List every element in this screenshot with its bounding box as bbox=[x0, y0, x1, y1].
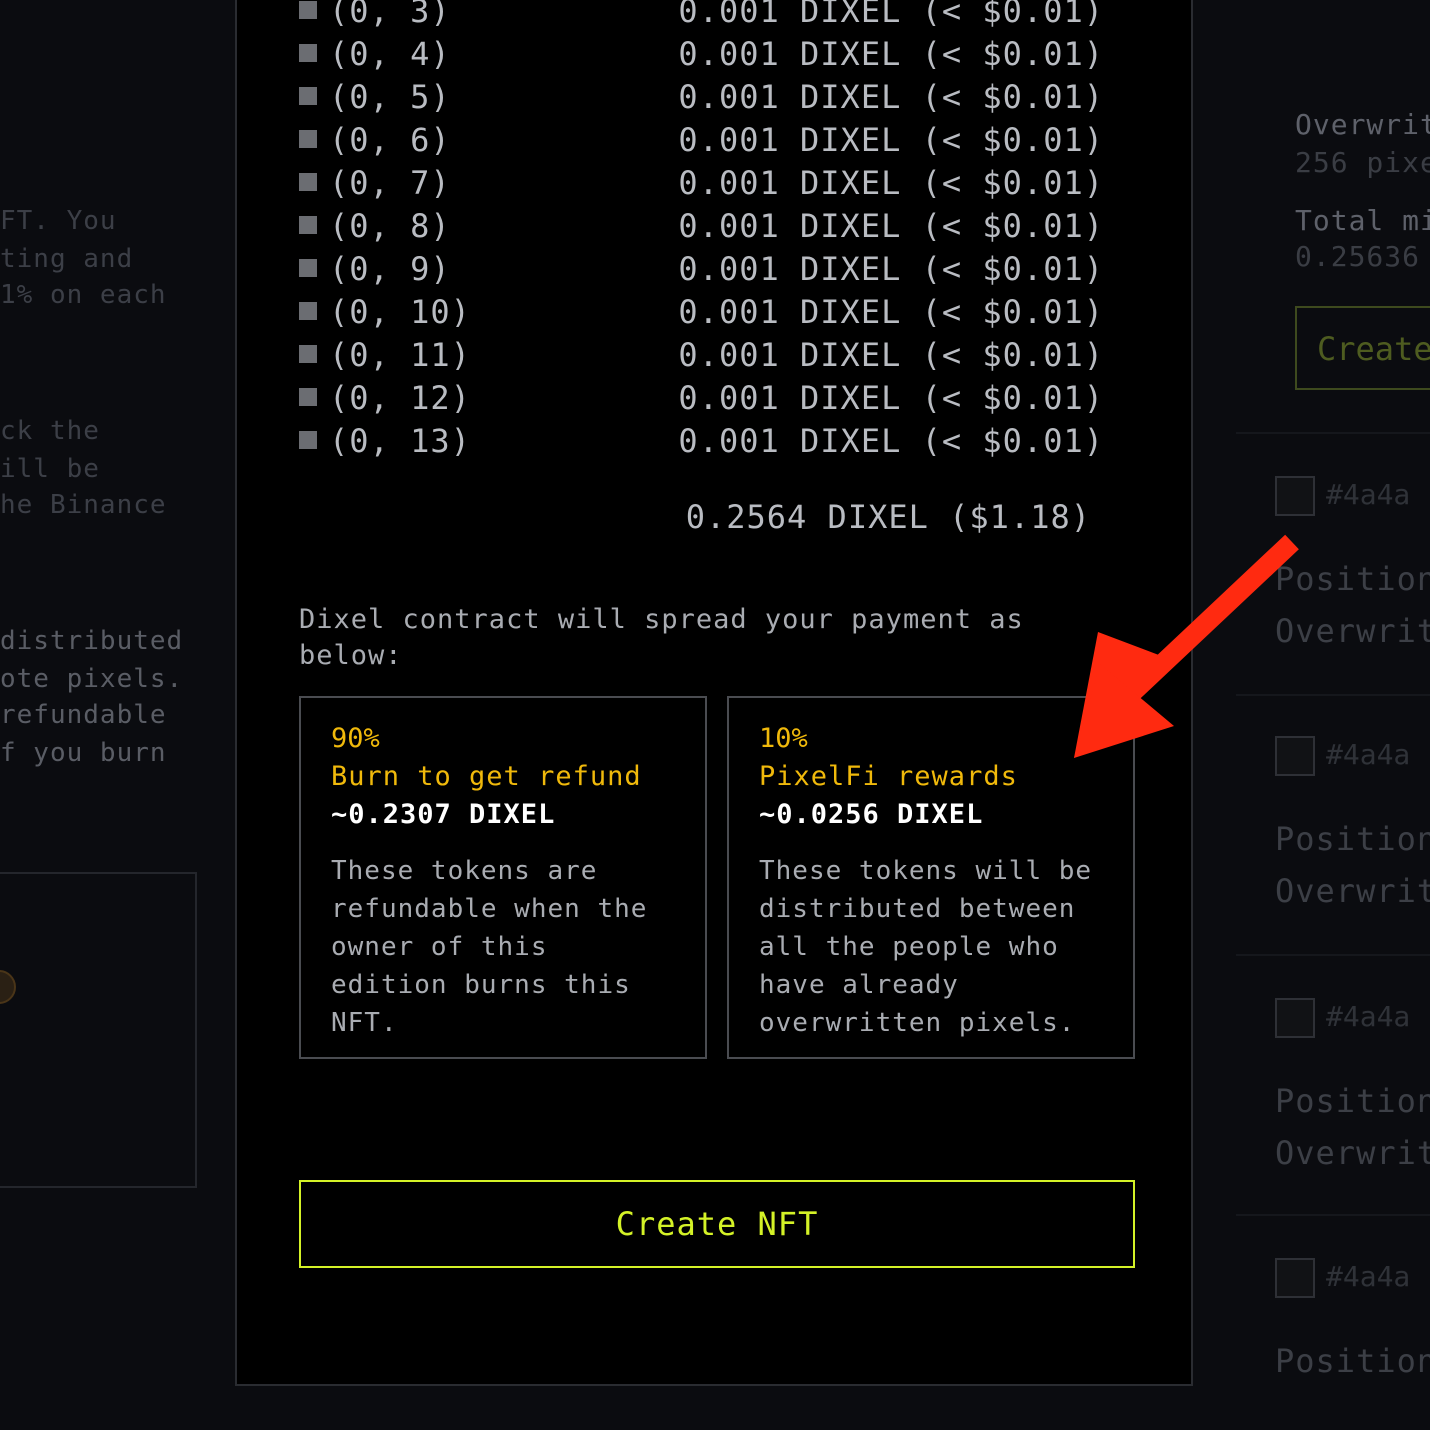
refund-amount: ~0.2307 DIXEL bbox=[331, 799, 556, 830]
pixel-position: (0, 9) bbox=[329, 250, 451, 288]
divider bbox=[1236, 432, 1430, 434]
color-hex: #4a4a bbox=[1326, 1260, 1411, 1293]
total-value: 0.25636 bbox=[1295, 240, 1421, 273]
total-price: 0.2564 DIXEL ($1.18) bbox=[685, 498, 1091, 536]
pixel-swatch bbox=[299, 1, 317, 19]
checkbox[interactable] bbox=[1275, 476, 1315, 516]
pixel-price: 0.001 DIXEL (< $0.01) bbox=[678, 121, 1104, 159]
pixel-row: (0, 13) 0.001 DIXEL (< $0.01) bbox=[299, 422, 1104, 460]
pixel-price: 0.001 DIXEL (< $0.01) bbox=[678, 164, 1104, 202]
bg-text-line: he Binance bbox=[0, 490, 167, 520]
pixel-position: (0, 6) bbox=[329, 121, 451, 159]
pixel-price: 0.001 DIXEL (< $0.01) bbox=[678, 336, 1104, 374]
divider bbox=[1236, 1214, 1430, 1216]
pixel-price: 0.001 DIXEL (< $0.01) bbox=[678, 293, 1104, 331]
pixel-swatch bbox=[299, 345, 317, 363]
pixel-row: (0, 7) 0.001 DIXEL (< $0.01) bbox=[299, 164, 1104, 202]
pixel-swatch bbox=[299, 173, 317, 191]
bg-text-line: refundable bbox=[0, 700, 167, 730]
pixel-price: 0.001 DIXEL (< $0.01) bbox=[678, 250, 1104, 288]
bg-text-line: ote pixels. bbox=[0, 664, 184, 694]
pixel-price: 0.001 DIXEL (< $0.01) bbox=[678, 78, 1104, 116]
pixel-price: 0.001 DIXEL (< $0.01) bbox=[678, 207, 1104, 245]
pixel-swatch bbox=[299, 216, 317, 234]
rewards-amount: ~0.0256 DIXEL bbox=[759, 799, 984, 830]
pixel-swatch bbox=[299, 259, 317, 277]
pixel-position: (0, 5) bbox=[329, 78, 451, 116]
bg-card bbox=[0, 872, 197, 1188]
pixel-price: 0.001 DIXEL (< $0.01) bbox=[678, 422, 1104, 460]
bg-text-line: ck the bbox=[0, 416, 100, 446]
pixel-position: (0, 7) bbox=[329, 164, 451, 202]
overwrite-label: Overwrit bbox=[1275, 1134, 1430, 1172]
pixel-swatch bbox=[299, 431, 317, 449]
refund-percent: 90% bbox=[331, 723, 380, 754]
checkbox[interactable] bbox=[1275, 1258, 1315, 1298]
pixel-position: (0, 3) bbox=[329, 0, 451, 30]
pixel-row: (0, 3) 0.001 DIXEL (< $0.01) bbox=[299, 0, 1104, 30]
pixel-row: (0, 10) 0.001 DIXEL (< $0.01) bbox=[299, 293, 1104, 331]
create-nft-button[interactable]: Create NFT bbox=[299, 1180, 1135, 1268]
color-hex: #4a4a bbox=[1326, 1000, 1411, 1033]
pixel-position: (0, 12) bbox=[329, 379, 471, 417]
pixel-row: (0, 9) 0.001 DIXEL (< $0.01) bbox=[299, 250, 1104, 288]
pixel-swatch bbox=[299, 388, 317, 406]
bg-text-line: distributed bbox=[0, 626, 184, 656]
pixel-row: (0, 5) 0.001 DIXEL (< $0.01) bbox=[299, 78, 1104, 116]
overwrite-label: Overwrit bbox=[1295, 108, 1430, 141]
pixel-row: (0, 12) 0.001 DIXEL (< $0.01) bbox=[299, 379, 1104, 417]
rewards-label: PixelFi rewards bbox=[759, 761, 1018, 792]
checkbox[interactable] bbox=[1275, 998, 1315, 1038]
pixel-price: 0.001 DIXEL (< $0.01) bbox=[678, 35, 1104, 73]
divider bbox=[1236, 954, 1430, 956]
pixel-position: (0, 4) bbox=[329, 35, 451, 73]
pixel-price: 0.001 DIXEL (< $0.01) bbox=[678, 0, 1104, 30]
rewards-description: These tokens will be distributed between… bbox=[759, 856, 1093, 1038]
color-hex: #4a4a bbox=[1326, 478, 1411, 511]
pixel-row: (0, 4) 0.001 DIXEL (< $0.01) bbox=[299, 35, 1104, 73]
color-hex: #4a4a bbox=[1326, 738, 1411, 771]
pixel-position: (0, 10) bbox=[329, 293, 471, 331]
annotation-arrow-icon bbox=[1074, 534, 1299, 758]
refund-card: 90% Burn to get refund ~0.2307 DIXEL The… bbox=[299, 696, 707, 1059]
rewards-percent: 10% bbox=[759, 723, 808, 754]
pixel-row: (0, 8) 0.001 DIXEL (< $0.01) bbox=[299, 207, 1104, 245]
pixel-price: 0.001 DIXEL (< $0.01) bbox=[678, 379, 1104, 417]
pixel-row: (0, 6) 0.001 DIXEL (< $0.01) bbox=[299, 121, 1104, 159]
spread-description: Dixel contract will spread your payment … bbox=[299, 604, 1024, 671]
total-label: Total mi bbox=[1295, 204, 1430, 237]
create-nft-modal: (0, 3) 0.001 DIXEL (< $0.01) (0, 4) 0.001 D… bbox=[235, 0, 1193, 1386]
refund-label: Burn to get refund bbox=[331, 761, 642, 792]
bg-create-button[interactable]: Create bbox=[1295, 306, 1430, 390]
pixel-swatch bbox=[299, 302, 317, 320]
position-label: Position bbox=[1275, 820, 1430, 858]
overwrite-label: Overwrit bbox=[1275, 872, 1430, 910]
bg-text-line: 1% on each bbox=[0, 280, 167, 310]
bg-text-line: f you burn bbox=[0, 738, 167, 768]
refund-description: These tokens are refundable when the own… bbox=[331, 856, 648, 1038]
pixel-swatch bbox=[299, 130, 317, 148]
pixel-row: (0, 11) 0.001 DIXEL (< $0.01) bbox=[299, 336, 1104, 374]
bg-text-line: FT. You bbox=[0, 206, 117, 236]
pixel-position: (0, 11) bbox=[329, 336, 471, 374]
pixels-count: 256 pixe bbox=[1295, 146, 1430, 179]
pixel-swatch bbox=[299, 87, 317, 105]
bg-text-line: ting and bbox=[0, 244, 134, 274]
bg-text-line: ill be bbox=[0, 454, 100, 484]
pixel-position: (0, 13) bbox=[329, 422, 471, 460]
position-label: Position bbox=[1275, 1082, 1430, 1120]
background-left-panel: FT. You ting and 1% on each ck the ill b… bbox=[0, 0, 236, 1430]
pixel-position: (0, 8) bbox=[329, 207, 451, 245]
pixel-swatch bbox=[299, 44, 317, 62]
position-label: Position bbox=[1275, 1342, 1430, 1380]
